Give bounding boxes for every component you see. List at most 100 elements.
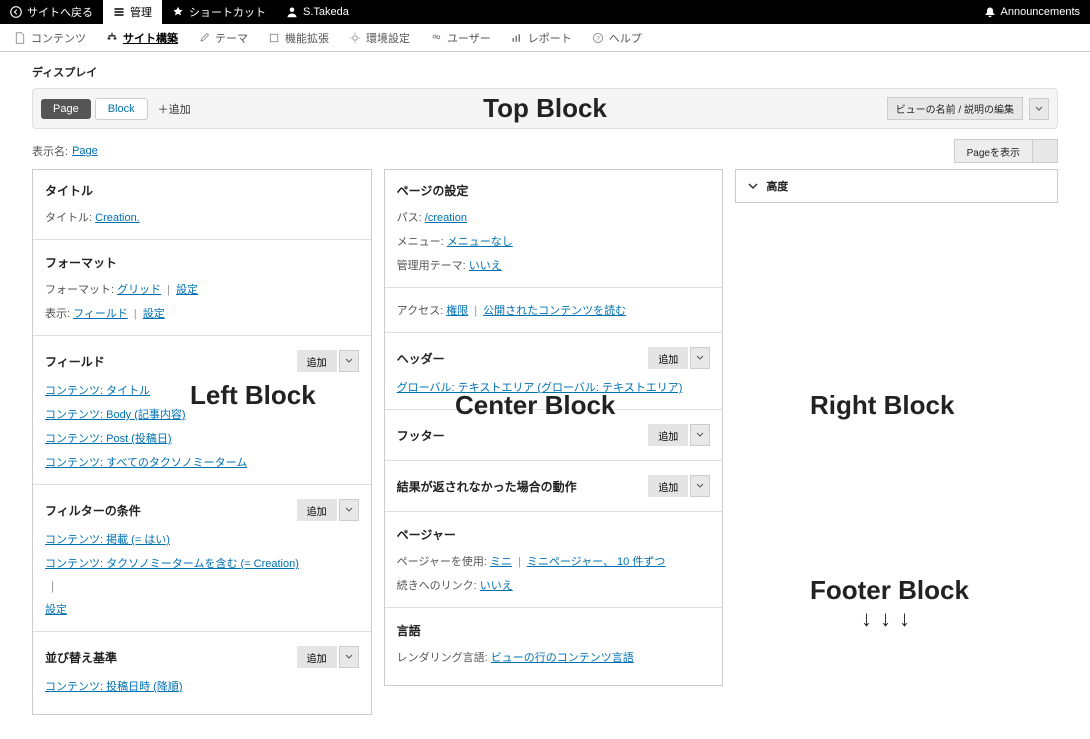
format-link[interactable]: グリッド (117, 284, 161, 296)
advanced-toggle[interactable]: 高度 (735, 169, 1058, 203)
help-icon: ? (592, 32, 604, 44)
access-detail-link[interactable]: 公開されたコンテンツを読む (483, 305, 626, 317)
noresult-add-button[interactable]: 追加 (648, 475, 688, 497)
more-link[interactable]: いいえ (480, 580, 513, 592)
puzzle-icon (268, 32, 280, 44)
title-heading: タイトル (45, 182, 359, 199)
left-panel: タイトル タイトル: Creation. フォーマット フォーマット: グリッド… (32, 169, 372, 715)
menu-icon (113, 6, 125, 18)
add-display[interactable]: ＋追加 (158, 101, 191, 117)
field-link[interactable]: コンテンツ: タイトル (45, 382, 359, 398)
filter-link[interactable]: コンテンツ: 掲載 (= はい) (45, 531, 359, 547)
filter-link[interactable]: コンテンツ: タクソノミータームを含む (= Creation) (45, 555, 359, 571)
admin-subnav: コンテンツ サイト構築 テーマ 機能拡張 環境設定 ユーザー レポート ?ヘルプ (0, 24, 1090, 52)
chevron-down-icon (748, 181, 758, 191)
fields-add-button[interactable]: 追加 (297, 350, 337, 372)
footer-add-dropdown[interactable] (690, 424, 710, 446)
noresult-heading: 結果が返されなかった場合の動作 (397, 478, 577, 495)
nav-config[interactable]: 環境設定 (339, 24, 420, 51)
lang-heading: 言語 (397, 622, 711, 639)
format-settings-link[interactable]: 設定 (176, 284, 198, 296)
user-label: S.Takeda (303, 6, 349, 18)
fields-heading: フィールド (45, 353, 105, 370)
shortcuts-tab[interactable]: ショートカット (162, 0, 276, 24)
pager-detail-link[interactable]: ミニページャー、 10 件ずつ (527, 556, 665, 568)
nav-structure[interactable]: サイト構築 (96, 24, 188, 51)
edit-view-name-button[interactable]: ビューの名前 / 説明の編集 (887, 97, 1023, 120)
gear-icon (349, 32, 361, 44)
page-settings-heading: ページの設定 (397, 182, 711, 199)
header-add-dropdown[interactable] (690, 347, 710, 369)
users-icon (430, 32, 442, 44)
back-to-site[interactable]: サイトへ戻る (0, 0, 103, 24)
tab-page[interactable]: Page (41, 99, 91, 119)
sort-heading: 並び替え基準 (45, 649, 117, 666)
displays-bar: Page Block ＋追加 Top Block ビューの名前 / 説明の編集 (32, 88, 1058, 129)
field-link[interactable]: コンテンツ: Body (記事内容) (45, 406, 359, 422)
nav-theme[interactable]: テーマ (188, 24, 258, 51)
nav-users[interactable]: ユーザー (420, 24, 501, 51)
admin-toolbar: サイトへ戻る 管理 ショートカット S.Takeda Announcements (0, 0, 1090, 24)
svg-text:?: ? (596, 36, 600, 42)
header-heading: ヘッダー (397, 350, 445, 367)
user-tab[interactable]: S.Takeda (276, 0, 359, 24)
chevron-down-icon (696, 354, 704, 362)
chart-icon (511, 32, 523, 44)
show-page-select[interactable]: Pageを表示 (954, 139, 1058, 163)
star-icon (172, 6, 184, 18)
header-add-button[interactable]: 追加 (648, 347, 688, 369)
field-link[interactable]: コンテンツ: すべてのタクソノミーターム (45, 454, 359, 470)
footer-heading: フッター (397, 427, 445, 444)
filter-heading: フィルターの条件 (45, 502, 141, 519)
brush-icon (198, 32, 210, 44)
header-area-link[interactable]: グローバル: テキストエリア (グローバル: テキストエリア) (397, 379, 711, 395)
announcements[interactable]: Announcements (974, 0, 1090, 24)
pager-link[interactable]: ミニ (490, 556, 512, 568)
back-label: サイトへ戻る (27, 4, 93, 20)
sort-add-dropdown[interactable] (339, 646, 359, 668)
chevron-down-icon (696, 431, 704, 439)
nav-content[interactable]: コンテンツ (4, 24, 96, 51)
fields-add-dropdown[interactable] (339, 350, 359, 372)
manage-label: 管理 (130, 4, 152, 20)
show-settings-link[interactable]: 設定 (143, 308, 165, 320)
nav-reports[interactable]: レポート (501, 24, 582, 51)
shortcuts-label: ショートカット (189, 4, 266, 20)
edit-view-name-dropdown[interactable] (1029, 98, 1049, 120)
chevron-down-icon (1035, 105, 1043, 113)
tab-block[interactable]: Block (95, 98, 148, 120)
title-link[interactable]: Creation. (95, 212, 140, 224)
admin-theme-link[interactable]: いいえ (469, 260, 502, 272)
manage-tab[interactable]: 管理 (103, 0, 162, 24)
sort-link[interactable]: コンテンツ: 投稿日時 (降順) (45, 678, 359, 694)
announcements-label: Announcements (1001, 6, 1081, 18)
center-panel: ページの設定 パス: /creation メニュー: メニューなし 管理用テーマ… (384, 169, 724, 686)
access-link[interactable]: 権限 (446, 305, 468, 317)
chevron-down-icon (345, 653, 353, 661)
show-link[interactable]: フィールド (73, 308, 128, 320)
display-name-link[interactable]: Page (72, 145, 98, 157)
doc-icon (14, 32, 26, 44)
chevron-down-icon (345, 506, 353, 514)
filter-add-button[interactable]: 追加 (297, 499, 337, 521)
page-section-label: ディスプレイ (32, 64, 1058, 80)
nav-extend[interactable]: 機能拡張 (258, 24, 339, 51)
format-heading: フォーマット (45, 254, 359, 271)
bell-icon (984, 6, 996, 18)
back-icon (10, 6, 22, 18)
user-icon (286, 6, 298, 18)
footer-add-button[interactable]: 追加 (648, 424, 688, 446)
filter-add-dropdown[interactable] (339, 499, 359, 521)
structure-icon (106, 32, 118, 44)
nav-help[interactable]: ?ヘルプ (582, 24, 652, 51)
noresult-add-dropdown[interactable] (690, 475, 710, 497)
pager-heading: ページャー (397, 526, 711, 543)
lang-link[interactable]: ビューの行のコンテンツ言語 (491, 652, 634, 664)
field-link[interactable]: コンテンツ: Post (投稿日) (45, 430, 359, 446)
chevron-down-icon (345, 357, 353, 365)
sort-add-button[interactable]: 追加 (297, 646, 337, 668)
filter-settings-link[interactable]: 設定 (45, 601, 359, 617)
display-name-label: 表示名: (32, 143, 68, 159)
menu-link[interactable]: メニューなし (447, 236, 513, 248)
path-link[interactable]: /creation (425, 212, 467, 224)
